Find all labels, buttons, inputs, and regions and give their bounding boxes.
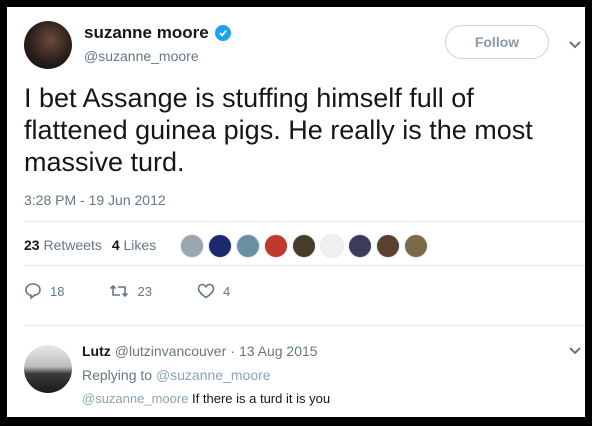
likes-count: 4 (111, 237, 120, 253)
like-action[interactable]: 4 (197, 283, 230, 299)
reply-body: If there is a turd it is you (188, 391, 331, 406)
author-name-row[interactable]: suzanne moore (84, 23, 231, 43)
verified-badge-icon (214, 25, 231, 41)
tweet-actions: 18 23 4 (24, 282, 275, 300)
retweet-action[interactable]: 23 (109, 283, 152, 299)
reply-date[interactable]: 13 Aug 2015 (239, 343, 318, 359)
reply-text: @suzanne_moore If there is a turd it is … (82, 391, 330, 406)
liker-avatar[interactable] (348, 234, 372, 258)
retweet-count: 23 (137, 283, 152, 299)
tweet-stats: 23 Retweets 4 Likes (24, 237, 156, 253)
chevron-down-icon[interactable] (568, 40, 582, 50)
reply-action[interactable]: 18 (24, 282, 64, 300)
liker-avatar[interactable] (264, 234, 288, 258)
liker-avatar[interactable] (180, 234, 204, 258)
like-count: 4 (222, 283, 231, 299)
tweet-text-line: flattened guinea pigs. He really is the … (24, 115, 533, 145)
reply-author-avatar[interactable] (24, 345, 72, 393)
reply-count: 18 (50, 283, 65, 299)
divider (24, 265, 585, 266)
divider (24, 325, 585, 326)
liker-avatar[interactable] (236, 234, 260, 258)
replying-prefix: Replying to (82, 367, 153, 383)
likes-label: Likes (123, 237, 157, 253)
retweet-icon[interactable] (109, 283, 129, 299)
liker-avatar[interactable] (208, 234, 232, 258)
follow-button[interactable]: Follow (445, 25, 549, 59)
replying-to-link[interactable]: @suzanne_moore (156, 367, 271, 383)
liker-avatar[interactable] (320, 234, 344, 258)
tweet-text: I bet Assange is stuffing himself full o… (24, 82, 569, 178)
tweet-text-line: I bet Assange is stuffing himself full o… (24, 83, 474, 113)
replying-to: Replying to @suzanne_moore (82, 367, 271, 383)
liker-avatars (180, 234, 428, 258)
liker-avatar[interactable] (404, 234, 428, 258)
divider (24, 221, 585, 222)
reply-header: Lutz @lutzinvancouver · 13 Aug 2015 (82, 343, 318, 359)
reply-author-handle[interactable]: @lutzinvancouver (115, 343, 227, 359)
liker-avatar[interactable] (376, 234, 400, 258)
liker-avatar[interactable] (292, 234, 316, 258)
author-handle[interactable]: @suzanne_moore (84, 48, 199, 64)
author-avatar[interactable] (24, 21, 72, 69)
tweet-timestamp[interactable]: 3:28 PM - 19 Jun 2012 (24, 192, 166, 208)
chevron-down-icon[interactable] (568, 346, 582, 356)
reply-mention-link[interactable]: @suzanne_moore (82, 391, 188, 406)
author-name[interactable]: suzanne moore (84, 23, 209, 43)
retweets-label: Retweets (43, 237, 102, 253)
tweet-card: suzanne moore @suzanne_moore Follow I be… (7, 7, 585, 417)
retweets-count: 23 (24, 237, 40, 253)
tweet-text-line: massive turd. (24, 147, 185, 177)
reply-separator: · (230, 343, 235, 359)
heart-icon[interactable] (197, 283, 215, 299)
likes-stat[interactable]: 4 Likes (112, 237, 156, 253)
reply-icon[interactable] (24, 282, 42, 300)
retweets-stat[interactable]: 23 Retweets (24, 237, 102, 253)
reply-author-name[interactable]: Lutz (82, 343, 111, 359)
